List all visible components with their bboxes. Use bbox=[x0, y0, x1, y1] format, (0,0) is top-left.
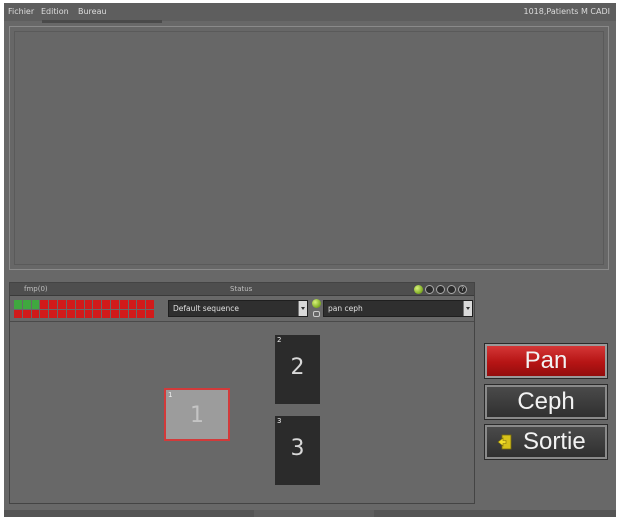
progress-cell bbox=[146, 300, 154, 309]
panel-divider bbox=[10, 321, 474, 322]
progress-cell bbox=[93, 300, 102, 309]
tile-index: 2 bbox=[277, 336, 282, 344]
tile-number: 1 bbox=[190, 403, 204, 428]
progress-cell bbox=[119, 300, 128, 309]
chevron-down-icon[interactable] bbox=[298, 301, 307, 316]
sequence-value: Default sequence bbox=[173, 304, 239, 313]
progress-cell bbox=[75, 300, 84, 309]
patient-label: 1018,Patients M CADI bbox=[523, 7, 611, 16]
progress-cell bbox=[84, 309, 93, 318]
progress-grid bbox=[14, 300, 154, 318]
progress-cell bbox=[49, 309, 58, 318]
print-icon[interactable] bbox=[425, 285, 434, 294]
menu-fichier[interactable]: Fichier bbox=[8, 7, 34, 16]
status-label: Status bbox=[230, 285, 253, 293]
menu-bar: Fichier Edition Bureau 1018,Patients M C… bbox=[4, 3, 616, 23]
exam-tile-2[interactable]: 2 2 bbox=[275, 335, 320, 404]
exit-button[interactable]: Sortie bbox=[484, 424, 608, 460]
status-bar: fmp(0) Status ? bbox=[10, 283, 474, 296]
progress-cell bbox=[66, 309, 75, 318]
tile-index: 3 bbox=[277, 417, 282, 425]
progress-cell bbox=[110, 309, 119, 318]
help-icon[interactable]: ? bbox=[458, 285, 467, 294]
progress-cell bbox=[58, 309, 66, 318]
acquisition-panel: fmp(0) Status ? Default sequence pan cep… bbox=[9, 282, 475, 504]
exam-tile-3[interactable]: 3 3 bbox=[275, 416, 320, 485]
bottom-strip-segment bbox=[254, 510, 374, 517]
progress-cell bbox=[22, 300, 31, 309]
exam-tile-1[interactable]: 1 1 bbox=[164, 388, 230, 441]
menu-underline bbox=[42, 20, 162, 23]
image-viewer[interactable] bbox=[9, 26, 609, 270]
pan-button[interactable]: Pan bbox=[484, 343, 608, 379]
progress-cell bbox=[40, 300, 49, 309]
progress-cell bbox=[146, 309, 154, 318]
sequence-dropdown[interactable]: Default sequence bbox=[168, 300, 308, 317]
chevron-down-icon[interactable] bbox=[463, 301, 472, 316]
progress-cell bbox=[40, 309, 49, 318]
program-dropdown[interactable]: pan ceph bbox=[323, 300, 473, 317]
exit-label: Sortie bbox=[523, 428, 586, 455]
progress-cell bbox=[75, 309, 84, 318]
progress-cell bbox=[22, 309, 31, 318]
app-window: Fichier Edition Bureau 1018,Patients M C… bbox=[4, 3, 616, 517]
ceph-button[interactable]: Ceph bbox=[484, 384, 608, 420]
menu-edition[interactable]: Edition bbox=[41, 7, 69, 16]
tile-number: 2 bbox=[290, 355, 305, 380]
link-icon bbox=[313, 311, 320, 317]
progress-cell bbox=[66, 300, 75, 309]
settings-icon[interactable] bbox=[436, 285, 445, 294]
progress-cell bbox=[14, 309, 22, 318]
fmp-label: fmp(0) bbox=[24, 285, 48, 293]
program-value: pan ceph bbox=[328, 304, 363, 313]
tile-number: 3 bbox=[290, 436, 305, 461]
progress-cell bbox=[119, 309, 128, 318]
tile-index: 1 bbox=[168, 391, 173, 399]
status-led-icon bbox=[312, 299, 321, 308]
progress-cell bbox=[128, 300, 137, 309]
progress-cell bbox=[137, 300, 146, 309]
progress-cell bbox=[102, 309, 110, 318]
progress-cell bbox=[58, 300, 66, 309]
progress-cell bbox=[31, 300, 40, 309]
progress-cell bbox=[110, 300, 119, 309]
menu-bureau[interactable]: Bureau bbox=[78, 7, 107, 16]
progress-cell bbox=[102, 300, 110, 309]
progress-cell bbox=[128, 309, 137, 318]
progress-cell bbox=[31, 309, 40, 318]
bottom-strip bbox=[4, 510, 616, 517]
progress-cell bbox=[14, 300, 22, 309]
sequence-link-indicator[interactable] bbox=[312, 299, 322, 319]
progress-cell bbox=[137, 309, 146, 318]
filter-icon[interactable] bbox=[447, 285, 456, 294]
progress-cell bbox=[93, 309, 102, 318]
status-led-icon bbox=[414, 285, 423, 294]
exit-door-icon bbox=[497, 434, 512, 450]
progress-cell bbox=[49, 300, 58, 309]
image-viewer-frame bbox=[14, 31, 604, 265]
progress-cell bbox=[84, 300, 93, 309]
